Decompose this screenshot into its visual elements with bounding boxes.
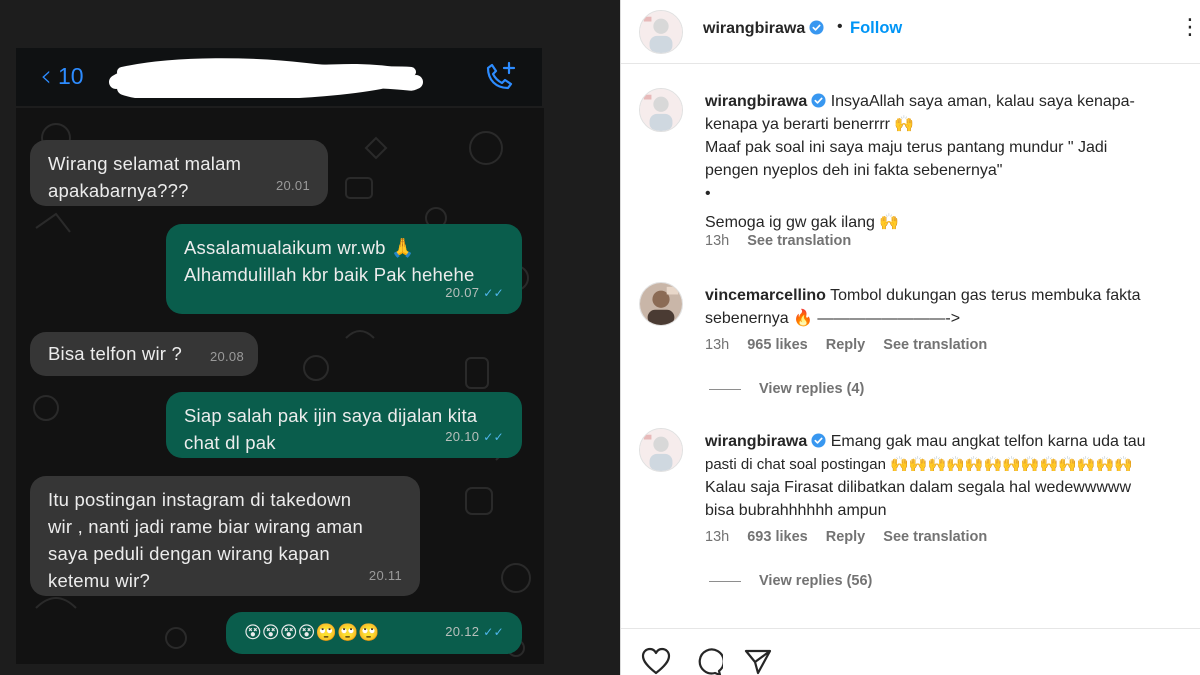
message-bubble-incoming[interactable]: Wirang selamat malam apakabarnya??? 20.0… — [30, 140, 328, 206]
message-bubble-incoming[interactable]: Bisa telfon wir ? 20.08 — [30, 332, 258, 376]
divider — [709, 580, 741, 582]
read-receipt-icon: ✓✓ — [483, 625, 504, 639]
verified-badge-icon — [809, 20, 824, 35]
more-options-icon[interactable]: ⋮ — [1179, 14, 1200, 40]
post-header: wirangbirawa • Follow ⋮ — [621, 0, 1200, 64]
comment-text-line: Emang gak mau angkat telfon karna uda ta… — [830, 433, 1146, 450]
message-bubble-outgoing[interactable]: 😵😵😵😵🙄🙄🙄 20.12 ✓✓ — [226, 612, 522, 654]
comment-text-line: kenapa ya berarti benerrrr 🙌 — [705, 116, 915, 133]
comment-text-line: Kalau saja Firasat dilibatkan dalam sega… — [705, 479, 1131, 496]
see-translation-link[interactable]: See translation — [883, 337, 987, 353]
message-bubble-outgoing[interactable]: Siap salah pak ijin saya dijalan kita ch… — [166, 392, 522, 458]
reply-button[interactable]: Reply — [826, 529, 866, 545]
view-replies-button[interactable]: View replies (4) — [709, 381, 864, 397]
comment-body: wirangbirawa InsyaAllah saya aman, kalau… — [705, 90, 1189, 234]
comment-text-line: pengen nyeplos deh ini fakta sebenernya" — [705, 162, 1003, 179]
avatar[interactable] — [639, 428, 683, 472]
whatsapp-screenshot: ‹ 10 Wirang selamat malam apakabarnya???… — [0, 0, 620, 675]
comment-text-line: Semoga ig gw gak ilang 🙌 — [705, 214, 900, 231]
comment-text-line: pasti di chat soal postingan 🙌🙌🙌🙌🙌🙌🙌🙌🙌🙌🙌… — [705, 456, 1133, 473]
comment-meta: 13h See translation — [705, 233, 865, 249]
comment-username[interactable]: wirangbirawa — [705, 433, 807, 450]
message-time: 20.08 — [209, 349, 244, 364]
comment-text-line: Tombol dukungan gas terus membuka fakta — [830, 287, 1141, 304]
see-translation-link[interactable]: See translation — [883, 529, 987, 545]
message-time: 20.01 — [275, 178, 310, 193]
chat-area[interactable]: Wirang selamat malam apakabarnya??? 20.0… — [16, 108, 544, 664]
message-time: 20.10 ✓✓ — [445, 429, 504, 444]
separator-dot: • — [837, 18, 843, 35]
view-replies-label: View replies (4) — [759, 381, 865, 397]
comment-text-line: Maaf pak soal ini saya maju terus pantan… — [705, 139, 1108, 156]
comment-text-line: sebenernya 🔥 ————————-> — [705, 310, 961, 327]
message-text: Wirang selamat malam apakabarnya??? — [48, 153, 242, 201]
comment-time: 13h — [705, 529, 730, 545]
avatar[interactable] — [639, 10, 683, 54]
comment-text-line: • — [705, 185, 711, 202]
avatar[interactable] — [639, 282, 683, 326]
comment-time: 13h — [705, 233, 730, 249]
comment: vincemarcellino Tombol dukungan gas teru… — [621, 282, 1200, 402]
message-time: 20.11 — [368, 568, 402, 583]
instagram-post-panel: wirangbirawa • Follow ⋮ wirangbirawa Ins… — [620, 0, 1200, 675]
comment-username[interactable]: vincemarcellino — [705, 287, 826, 304]
comment-text-line: bisa bubrahhhhhh ampun — [705, 502, 887, 519]
contact-name: 10 — [58, 63, 84, 89]
read-receipt-icon: ✓✓ — [483, 286, 504, 300]
comment-body: vincemarcellino Tombol dukungan gas teru… — [705, 284, 1189, 330]
chat-header: ‹ 10 — [16, 48, 542, 106]
comment-icon[interactable] — [693, 647, 723, 675]
divider — [709, 388, 741, 390]
message-bubble-outgoing[interactable]: Assalamualaikum wr.wb 🙏 Alhamdulillah kb… — [166, 224, 522, 314]
follow-button[interactable]: Follow — [850, 19, 902, 38]
comment-body: wirangbirawa Emang gak mau angkat telfon… — [705, 430, 1189, 522]
heart-icon[interactable] — [641, 647, 671, 675]
message-bubble-incoming[interactable]: Itu postingan instagram di takedown wir … — [30, 476, 420, 596]
avatar[interactable] — [639, 88, 683, 132]
comment: wirangbirawa Emang gak mau angkat telfon… — [621, 428, 1200, 598]
comment-meta: 13h 965 likes Reply See translation — [705, 337, 1001, 353]
comment: wirangbirawa InsyaAllah saya aman, kalau… — [621, 88, 1200, 258]
likes-count[interactable]: 693 likes — [747, 529, 807, 545]
verified-badge-icon — [811, 433, 826, 448]
likes-count[interactable]: 965 likes — [747, 337, 807, 353]
comment-meta: 13h 693 likes Reply See translation — [705, 529, 1001, 545]
see-translation-link[interactable]: See translation — [747, 233, 851, 249]
add-call-icon[interactable] — [482, 60, 518, 94]
message-text: Itu postingan instagram di takedown wir … — [48, 489, 364, 591]
comment-time: 13h — [705, 337, 730, 353]
comment-username[interactable]: wirangbirawa — [705, 93, 807, 110]
post-action-bar — [621, 628, 1200, 675]
message-time: 20.12 ✓✓ — [445, 624, 504, 639]
comment-text-line: InsyaAllah saya aman, kalau saya kenapa- — [830, 93, 1135, 110]
read-receipt-icon: ✓✓ — [483, 430, 504, 444]
message-time: 20.07 ✓✓ — [445, 285, 504, 300]
view-replies-button[interactable]: View replies (56) — [709, 573, 872, 589]
verified-badge-icon — [811, 93, 826, 108]
reply-button[interactable]: Reply — [826, 337, 866, 353]
view-replies-label: View replies (56) — [759, 573, 873, 589]
redaction-scribble — [109, 58, 423, 98]
post-author-username[interactable]: wirangbirawa — [703, 20, 824, 38]
share-icon[interactable] — [743, 647, 773, 675]
